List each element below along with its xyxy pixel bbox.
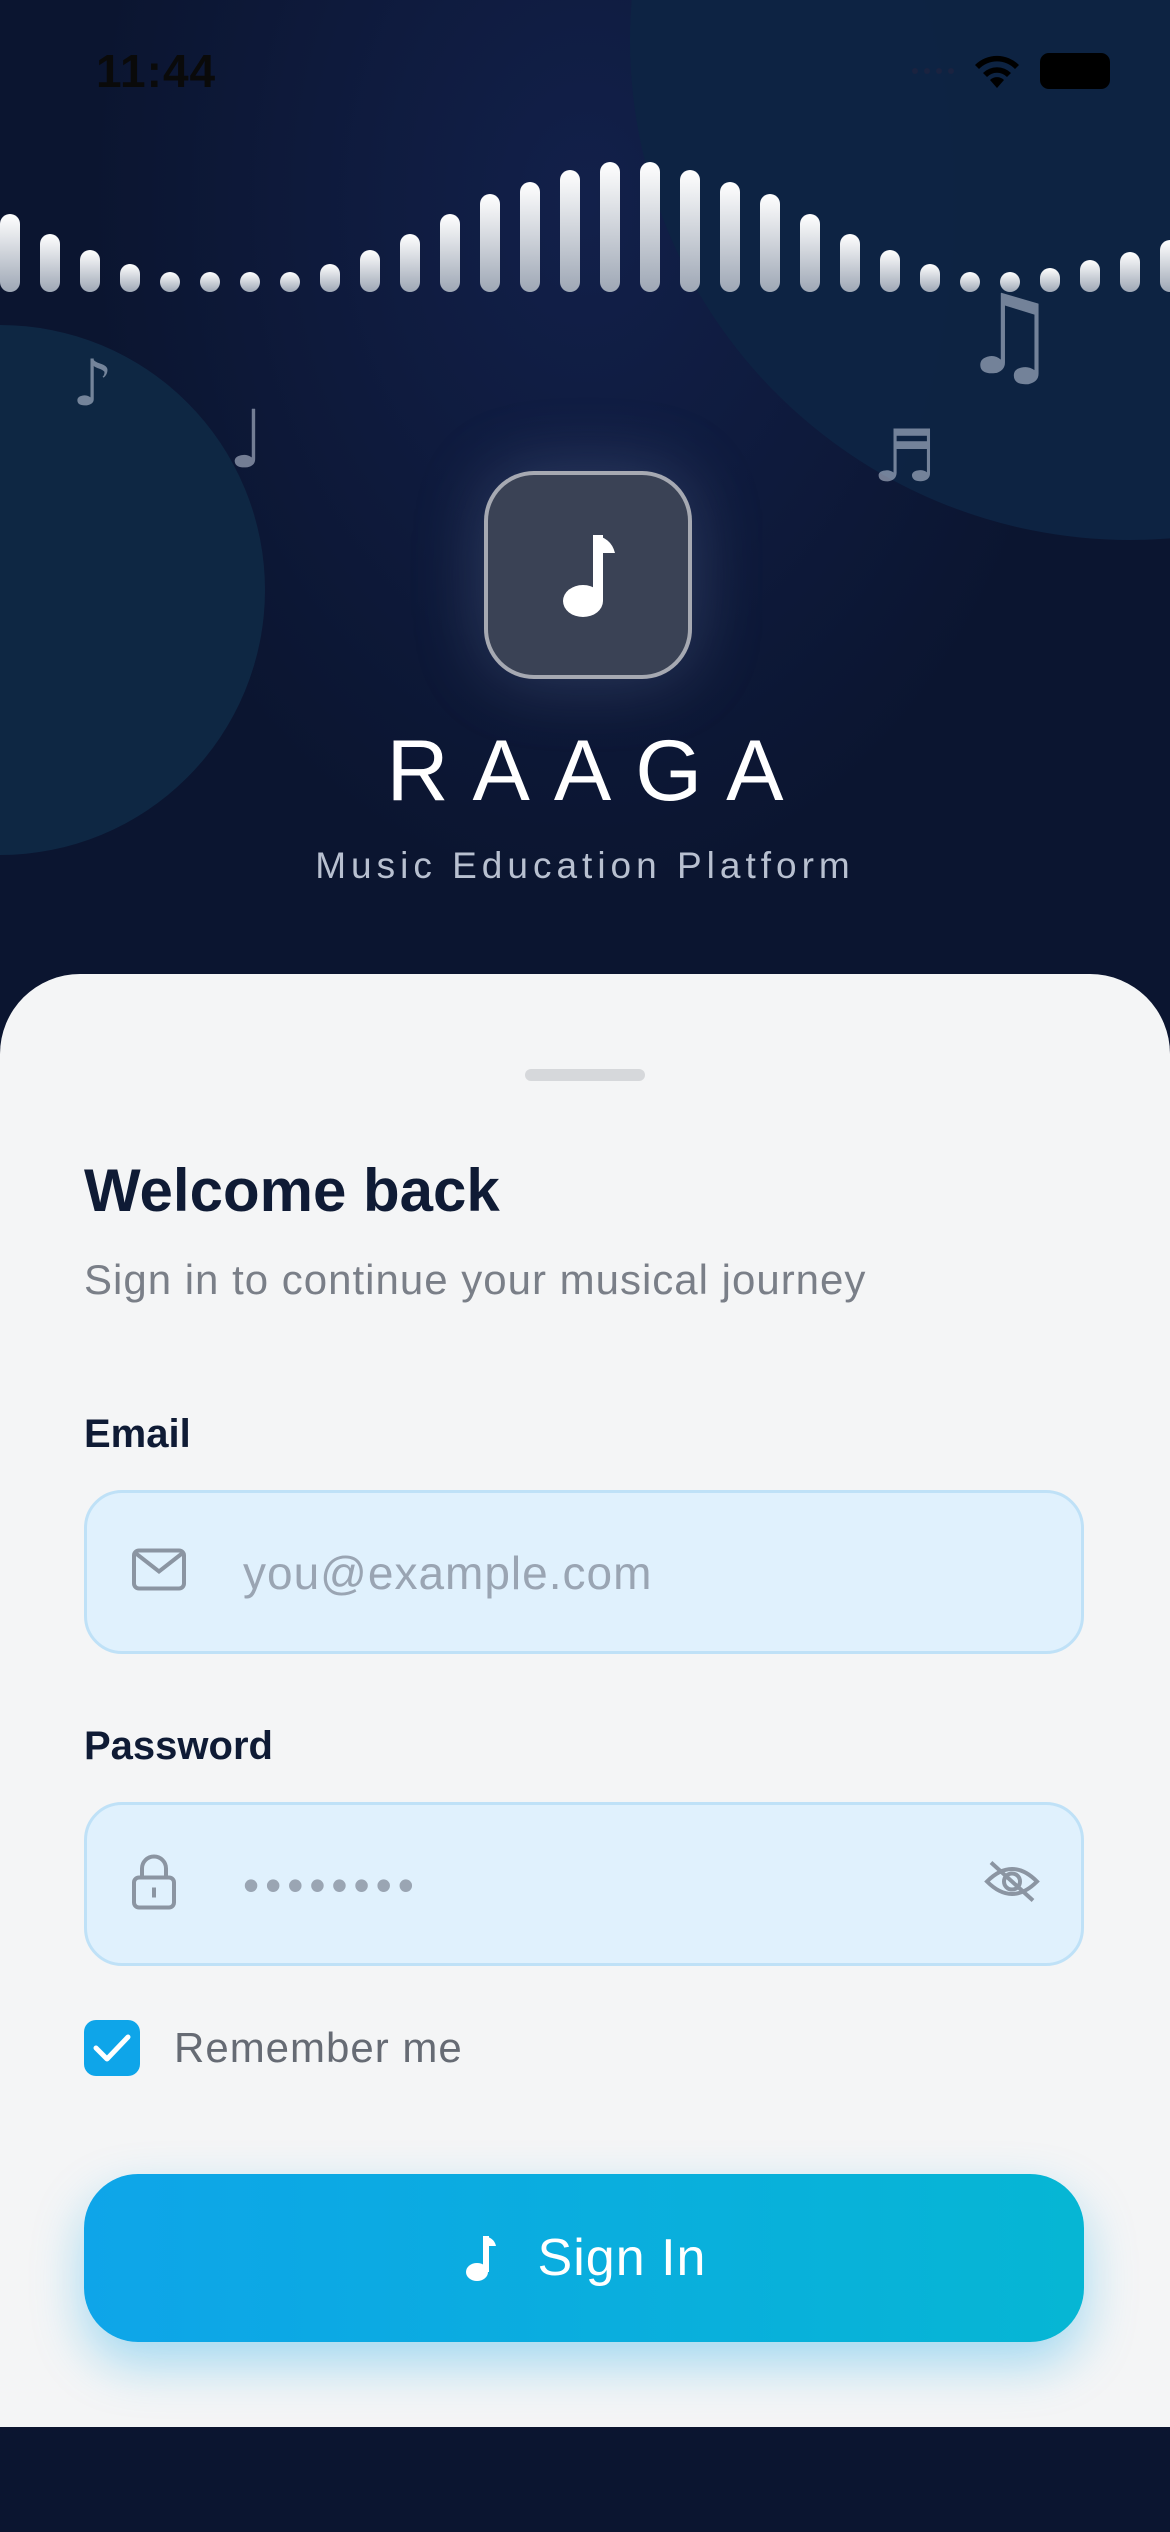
eye-off-icon[interactable] (983, 1859, 1041, 1910)
email-field-container[interactable] (84, 1490, 1084, 1654)
login-screen: 11:44 ♪ ♩ ♫ ♬ RAAGA Music Education Plat… (0, 0, 1170, 2532)
music-note-icon (465, 2236, 496, 2281)
brand-name: RAAGA (386, 723, 808, 819)
music-note-icon (563, 535, 615, 617)
waveform-graphic (0, 162, 1170, 292)
waveform-bar (680, 170, 700, 292)
floating-note-eighth-icon: ♪ (72, 347, 113, 421)
signal-dots-icon (912, 68, 954, 74)
waveform-bar (760, 194, 780, 292)
waveform-bar (160, 272, 180, 292)
status-icons (912, 52, 1110, 90)
waveform-bar (0, 214, 20, 292)
password-input[interactable] (241, 1805, 1005, 1965)
waveform-bar (600, 162, 620, 292)
sign-in-button[interactable]: Sign In (84, 2174, 1084, 2342)
waveform-bar (1120, 252, 1140, 292)
bottom-bar (0, 2427, 1170, 2532)
app-logo (484, 471, 692, 679)
hero-background: 11:44 ♪ ♩ ♫ ♬ RAAGA Music Education Plat… (0, 0, 1170, 1020)
sheet-handle[interactable] (525, 1069, 645, 1081)
password-label: Password (84, 1724, 273, 1768)
waveform-bar (880, 250, 900, 292)
waveform-bar (920, 264, 940, 292)
page-subtitle: Sign in to continue your musical journey (84, 1256, 867, 1303)
brand-tagline: Music Education Platform (315, 845, 855, 886)
email-input[interactable] (241, 1493, 1005, 1653)
waveform-bar (200, 272, 220, 292)
waveform-bar (440, 214, 460, 292)
password-field-container[interactable] (84, 1802, 1084, 1966)
check-icon (93, 2034, 131, 2062)
waveform-bar (1160, 240, 1170, 292)
waveform-bar (640, 162, 660, 292)
floating-note-sixteenth-icon: ♬ (872, 414, 937, 498)
lock-icon (131, 1854, 177, 1915)
wifi-icon (975, 55, 1019, 88)
waveform-bar (120, 264, 140, 292)
page-title: Welcome back (84, 1157, 500, 1224)
status-time: 11:44 (96, 45, 217, 97)
waveform-bar (320, 264, 340, 292)
sign-in-label: Sign In (537, 2229, 707, 2287)
waveform-bar (720, 182, 740, 292)
remember-me-label: Remember me (174, 2024, 463, 2071)
remember-me-checkbox[interactable] (84, 2020, 140, 2076)
waveform-bar (400, 234, 420, 292)
waveform-bar (240, 272, 260, 292)
waveform-bar (40, 234, 60, 292)
waveform-bar (280, 272, 300, 292)
email-label: Email (84, 1412, 191, 1456)
waveform-bar (360, 250, 380, 292)
battery-icon (1040, 53, 1110, 89)
waveform-bar (560, 170, 580, 292)
waveform-bar (800, 214, 820, 292)
waveform-bar (1080, 260, 1100, 292)
login-card: Welcome back Sign in to continue your mu… (0, 974, 1170, 2427)
waveform-bar (840, 234, 860, 292)
waveform-bar (520, 182, 540, 292)
floating-note-quarter-icon: ♩ (228, 393, 266, 486)
remember-me-row[interactable]: Remember me (84, 2020, 463, 2076)
mail-icon (131, 1548, 187, 1597)
waveform-bar (80, 250, 100, 292)
waveform-bar (480, 194, 500, 292)
floating-note-beamed-icon: ♫ (960, 271, 1059, 399)
